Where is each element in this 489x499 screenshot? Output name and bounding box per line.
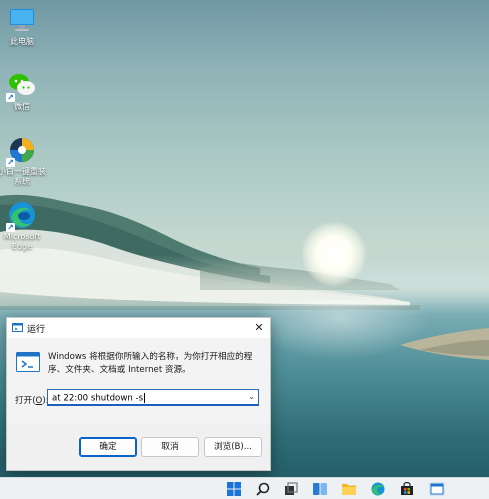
chevron-down-icon[interactable]: ⌄ [248,392,255,401]
shortcut-arrow-icon: ↗ [6,158,15,167]
dialog-title: 运行 [27,325,46,335]
cancel-button[interactable]: 取消 [141,437,199,457]
dialog-button-bar: 确定 取消 浏览(B)... [7,424,270,470]
run-icon [12,323,23,332]
shortcut-arrow-icon: ↗ [6,93,15,102]
task-view-icon[interactable] [283,482,299,496]
taskbar [0,477,489,499]
close-icon: ✕ [254,321,264,334]
widgets-icon[interactable] [312,482,328,496]
sun [302,222,366,286]
desktop-icon-label: Microsoft Edge [3,232,41,251]
browse-button[interactable]: 浏览(B)... [204,437,262,457]
desktop-icon-reinstall[interactable]: ↗ 小白一键重装系统 [0,135,48,187]
dialog-titlebar[interactable]: 运行 ✕ [7,318,270,338]
run-icon[interactable] [429,482,445,496]
desktop-icon-label: 小白一键重装系统 [0,167,46,186]
ok-button[interactable]: 确定 [79,437,137,457]
desktop-icon-label: 微信 [14,102,30,111]
run-dialog: 运行 ✕ Windows 将根据你所输入的名称，为你打开相应的程序、文件夹、文档… [6,317,271,471]
search-icon[interactable] [255,482,271,496]
edge-icon[interactable] [370,482,386,496]
open-label: 打开(O): [15,396,49,406]
command-text: at 22:00 shutdown -s [52,393,144,404]
store-icon[interactable] [399,482,415,496]
run-program-icon [16,352,40,372]
file-explorer-icon[interactable] [341,482,357,496]
dialog-description: Windows 将根据你所输入的名称，为你打开相应的程序、文件夹、文档或 Int… [48,352,253,375]
shortcut-arrow-icon: ↗ [6,223,15,232]
computer-icon [7,5,37,35]
desktop-icon-edge[interactable]: ↗ Microsoft Edge [0,200,44,252]
start-icon[interactable] [226,482,242,496]
desktop-icon-label: 此电脑 [10,37,34,46]
wechat-icon: ↗ [6,70,37,102]
close-button[interactable]: ✕ [248,318,270,338]
desktop-icon-wechat[interactable]: ↗ 微信 [0,70,44,112]
reinstall-tool-icon: ↗ [6,135,37,167]
edge-icon: ↗ [6,200,37,232]
desktop-icon-this-pc[interactable]: 此电脑 [0,5,44,47]
water-glare [250,300,430,360]
command-input[interactable]: at 22:00 shutdown -s ⌄ [47,389,259,406]
